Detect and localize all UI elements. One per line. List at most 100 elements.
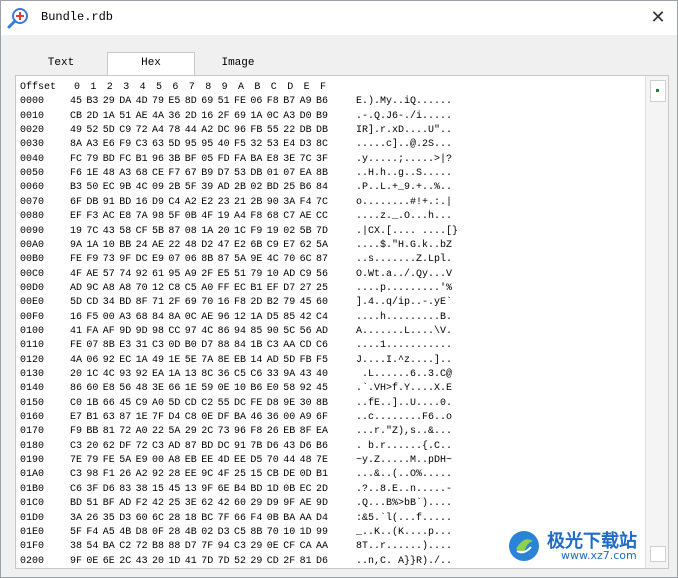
hex-byte: B2 (266, 297, 279, 309)
vertical-scrollbar[interactable] (645, 76, 668, 568)
hex-byte: 92 (135, 369, 148, 380)
ascii-text: .y.....;.....>|? (356, 153, 453, 165)
hex-byte: E6 (102, 139, 115, 151)
hex-byte: 8B (201, 254, 214, 266)
hex-byte: E2 (201, 196, 214, 208)
hex-byte: 81 (299, 555, 312, 567)
hex-byte: B1 (135, 153, 148, 165)
hex-byte: 41 (70, 325, 83, 337)
hex-byte: 43 (299, 369, 312, 380)
hex-byte: 8B (316, 397, 329, 409)
column-header: 1 (90, 82, 97, 93)
hex-row: 0110 FE 07 8B E3 31 C3 0D B0 D7 88 84 1B C3 AA CD C6....… (16, 340, 616, 354)
window-title: Bundle.rdb (41, 10, 114, 24)
column-header: 7 (188, 82, 195, 93)
hex-byte: 79 (86, 153, 99, 165)
hex-byte: E9 (152, 254, 165, 266)
hex-byte: 36 (168, 110, 181, 122)
hex-byte: 1A (102, 110, 115, 122)
hex-byte: FE (102, 455, 115, 467)
hex-byte: 7A (135, 211, 148, 223)
column-header: D (287, 82, 294, 93)
hex-byte: B6 (316, 96, 329, 108)
hex-byte: AF (102, 325, 115, 337)
hex-byte: 9D (316, 498, 329, 510)
hex-byte: 02 (201, 526, 214, 538)
hex-byte: 51 (234, 268, 247, 280)
hex-byte: 42 (217, 498, 230, 510)
ascii-text: .?..8.E..n.....- (356, 483, 453, 495)
hex-byte: C6 (250, 369, 263, 380)
hex-row: 01A0 C3 98 F1 26 A2 92 28 EE 9C 4F 25 15 CB DE 0D B1 ...&… (16, 469, 616, 483)
hex-byte: BD (70, 498, 83, 510)
hex-byte: 25 (316, 282, 329, 294)
hex-byte: 6C (152, 512, 165, 524)
hex-byte: E7 (283, 239, 296, 251)
hex-byte: 5D (168, 397, 181, 409)
hex-byte: EA (152, 369, 165, 380)
scroll-thumb[interactable] (650, 80, 666, 102)
hex-byte: 7E (70, 455, 83, 467)
hex-byte: 9E (250, 254, 263, 266)
hex-byte: 3F (316, 153, 329, 165)
hex-byte: 3A (70, 512, 83, 524)
hex-byte: C6 (70, 483, 83, 495)
hex-byte: 96 (217, 311, 230, 323)
hex-byte: 94 (217, 541, 230, 553)
hex-byte: 88 (168, 541, 181, 553)
hex-byte: EB (283, 426, 296, 438)
hex-byte: C3 (135, 139, 148, 151)
row-offset: 0090 (20, 225, 45, 237)
hex-byte: F4 (299, 196, 312, 208)
hex-byte: FA (234, 153, 247, 165)
hex-byte: 5A (316, 239, 329, 251)
hex-byte: B4 (234, 483, 247, 495)
hex-byte: 62 (102, 440, 115, 452)
hex-byte: A4 (234, 211, 247, 223)
hex-byte: 10 (266, 268, 279, 280)
hex-byte: AE (135, 110, 148, 122)
hex-byte: B3 (86, 96, 99, 108)
row-offset: 0160 (20, 412, 45, 424)
hex-byte: 0B (184, 211, 197, 223)
close-button[interactable]: ✕ (647, 7, 669, 29)
row-offset: 0120 (20, 354, 45, 366)
hex-byte: 0B (266, 512, 279, 524)
hex-byte: 99 (316, 526, 329, 538)
hex-byte: 70 (283, 254, 296, 266)
hex-byte: 79 (86, 455, 99, 467)
ascii-text: ....h.........B. (356, 311, 453, 323)
ascii-text: ].4..q/ip..-.yE` (356, 297, 453, 309)
tab-text[interactable]: Text (15, 53, 107, 74)
hex-byte: 31 (135, 340, 148, 352)
row-offset: 0010 (20, 110, 45, 122)
hex-byte: 85 (283, 311, 296, 323)
hex-byte: 48 (184, 239, 197, 251)
hex-byte: 5D (283, 354, 296, 366)
hex-byte: BD (250, 483, 263, 495)
hex-byte: 78 (168, 125, 181, 137)
hex-byte: BB (86, 426, 99, 438)
hex-byte: 4B (119, 526, 132, 538)
hex-byte: A0 (201, 282, 214, 294)
hex-byte: 25 (168, 498, 181, 510)
tab-hex[interactable]: Hex (107, 52, 195, 76)
hex-byte: 6E (102, 555, 115, 567)
hex-byte: 5F (184, 182, 197, 194)
hex-row: 0160 E7 B1 63 87 1E 7F D4 C8 0E DF BA 46 36 00 A9 6F ..c.… (16, 412, 616, 426)
hex-byte: AD (316, 325, 329, 337)
hex-view[interactable]: Offset 0 1 2 3 4 5 6 7 8 9 A B C D E F 0000 45 B3 29 DA 4D 79 E5… (16, 76, 640, 568)
hex-byte: DF (217, 412, 230, 424)
hex-byte: 8B (102, 340, 115, 352)
hex-byte: BA (234, 412, 247, 424)
hex-byte: F3 (86, 211, 99, 223)
hex-byte: F1 (102, 469, 115, 481)
ascii-text: :&5.`l(...f..... (356, 512, 453, 524)
row-offset: 0140 (20, 383, 45, 395)
hex-byte: 45 (119, 397, 132, 409)
tab-image[interactable]: Image (195, 53, 281, 74)
hex-byte: 5A (234, 254, 247, 266)
hex-byte: 43 (135, 555, 148, 567)
hex-byte: 22 (168, 239, 181, 251)
hex-byte: 56 (316, 268, 329, 280)
